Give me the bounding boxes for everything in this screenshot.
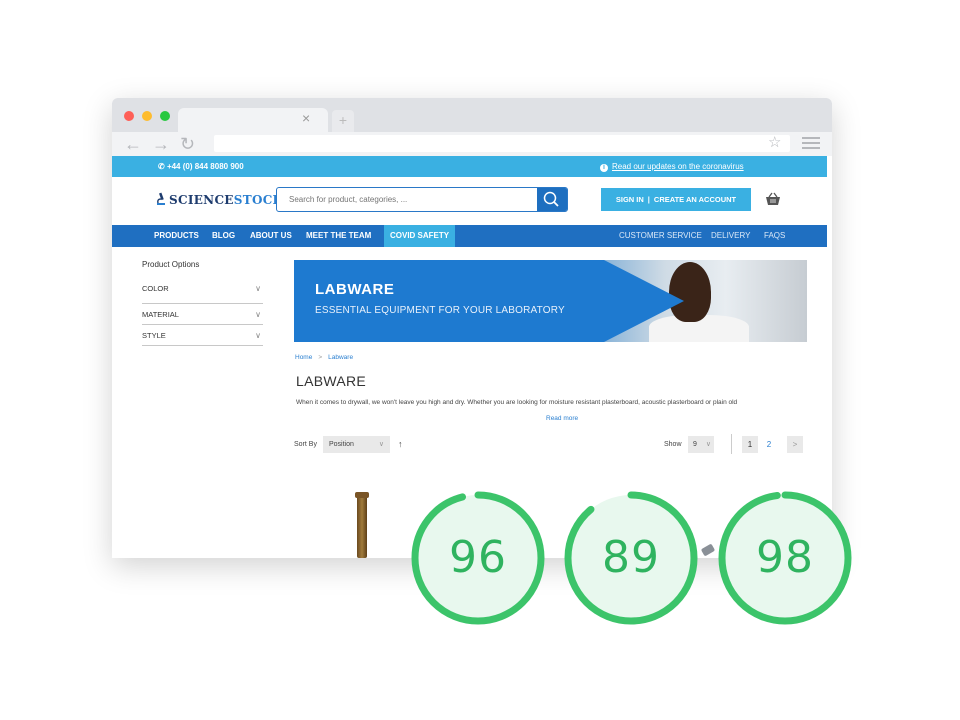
new-tab-button[interactable]: + bbox=[332, 110, 354, 132]
browser-tab-bar: × + bbox=[112, 98, 832, 132]
breadcrumb-separator: > bbox=[318, 354, 323, 361]
close-window-button[interactable] bbox=[124, 111, 134, 121]
product-image-cap bbox=[355, 492, 369, 498]
sort-label: Sort By bbox=[294, 441, 317, 448]
breadcrumb: Home > Labware bbox=[295, 354, 353, 361]
chevron-down-icon: ∨ bbox=[255, 331, 261, 340]
nav-meet-the-team[interactable]: MEET THE TEAM bbox=[306, 225, 371, 247]
chevron-down-icon: ∨ bbox=[255, 284, 261, 293]
search-icon bbox=[543, 191, 559, 207]
top-info-bar: ✆ +44 (0) 844 8080 900 i Read our updates… bbox=[112, 156, 827, 177]
product-image-burette[interactable] bbox=[357, 492, 367, 558]
breadcrumb-current[interactable]: Labware bbox=[328, 354, 353, 361]
sidebar-title: Product Options bbox=[142, 260, 200, 269]
phone-text: +44 (0) 844 8080 900 bbox=[166, 162, 244, 171]
logo-text-part1: SCIENCE bbox=[169, 193, 234, 207]
show-label: Show bbox=[664, 441, 682, 448]
filter-sidebar: Product Options COLOR ∨ MATERIAL ∨ STYLE… bbox=[142, 260, 263, 346]
minimize-window-button[interactable] bbox=[142, 111, 152, 121]
filter-material[interactable]: MATERIAL ∨ bbox=[142, 304, 263, 325]
microscope-icon bbox=[157, 192, 165, 205]
site-logo[interactable]: SCIENCESTOCK bbox=[156, 192, 283, 207]
auth-button[interactable]: SIGN IN | CREATE AN ACCOUNT bbox=[601, 188, 751, 211]
chevron-down-icon: ∨ bbox=[255, 310, 261, 319]
page-1-button[interactable]: 1 bbox=[742, 436, 758, 453]
sort-value: Position bbox=[329, 441, 354, 448]
sign-in-link[interactable]: SIGN IN bbox=[616, 195, 644, 204]
nav-covid-safety[interactable]: COVID SAFETY bbox=[384, 225, 456, 247]
auth-separator: | bbox=[647, 195, 650, 204]
filter-style[interactable]: STYLE ∨ bbox=[142, 325, 263, 346]
filter-label: COLOR bbox=[142, 284, 169, 293]
filter-label: MATERIAL bbox=[142, 310, 179, 319]
create-account-link[interactable]: CREATE AN ACCOUNT bbox=[654, 195, 736, 204]
product-toolbar: Sort By Position ∨ ↑ Show 9 ∨ 1 2 > bbox=[294, 434, 806, 454]
phone-icon: ✆ bbox=[158, 162, 165, 171]
score-ring-2: 89 bbox=[563, 490, 699, 626]
breadcrumb-home[interactable]: Home bbox=[295, 354, 312, 361]
sort-direction-icon[interactable]: ↑ bbox=[398, 439, 403, 449]
covid-update-link[interactable]: i Read our updates on the coronavirus bbox=[600, 162, 744, 172]
main-navigation: PRODUCTS BLOG ABOUT US MEET THE TEAM COV… bbox=[112, 225, 827, 247]
covid-link-text[interactable]: Read our updates on the coronavirus bbox=[612, 162, 744, 171]
reload-icon[interactable]: ↻ bbox=[180, 133, 195, 155]
nav-products[interactable]: PRODUCTS bbox=[154, 225, 199, 247]
site-header: SCIENCESTOCK SIGN IN | CREATE AN ACCOUNT bbox=[112, 177, 827, 225]
search-box bbox=[276, 187, 568, 212]
nav-faqs[interactable]: FAQS bbox=[764, 225, 785, 247]
search-input[interactable] bbox=[277, 188, 537, 211]
info-icon: i bbox=[600, 164, 608, 172]
bookmark-star-icon[interactable]: ☆ bbox=[768, 133, 781, 153]
banner-subtitle: ESSENTIAL EQUIPMENT FOR YOUR LABORATORY bbox=[315, 305, 565, 316]
score-ring-3: 98 bbox=[717, 490, 853, 626]
banner-blue-panel bbox=[294, 260, 604, 342]
browser-menu-icon[interactable] bbox=[802, 137, 820, 150]
chevron-down-icon: ∨ bbox=[705, 441, 711, 448]
banner-arrow-shape bbox=[604, 260, 684, 342]
maximize-window-button[interactable] bbox=[160, 111, 170, 121]
limiter-value: 9 bbox=[693, 441, 697, 448]
phone-number[interactable]: ✆ +44 (0) 844 8080 900 bbox=[158, 162, 244, 171]
sort-select[interactable]: Position ∨ bbox=[323, 436, 390, 453]
read-more-link[interactable]: Read more bbox=[546, 415, 578, 422]
nav-customer-service[interactable]: CUSTOMER SERVICE bbox=[619, 225, 702, 247]
browser-window: × + ← → ↻ ☆ ✆ +44 (0) 844 8080 900 i Read… bbox=[112, 98, 832, 558]
filter-color[interactable]: COLOR ∨ bbox=[142, 283, 263, 304]
score-ring-1: 96 bbox=[410, 490, 546, 626]
nav-delivery[interactable]: DELIVERY bbox=[711, 225, 750, 247]
score-value: 98 bbox=[756, 532, 814, 583]
back-arrow-icon[interactable]: ← bbox=[124, 133, 142, 155]
chevron-down-icon: ∨ bbox=[378, 441, 384, 448]
page-2-button[interactable]: 2 bbox=[761, 436, 777, 453]
product-image-clamp[interactable] bbox=[700, 543, 716, 557]
nav-blog[interactable]: BLOG bbox=[212, 225, 235, 247]
limiter-select[interactable]: 9 ∨ bbox=[688, 436, 714, 453]
page-title: LABWARE bbox=[296, 373, 367, 389]
banner-title: LABWARE bbox=[315, 281, 395, 298]
browser-toolbar: ← → ↻ ☆ bbox=[112, 132, 832, 156]
category-description: When it comes to drywall, we won't leave… bbox=[296, 399, 738, 406]
filter-label: STYLE bbox=[142, 331, 166, 340]
nav-about-us[interactable]: ABOUT US bbox=[250, 225, 292, 247]
next-page-button[interactable]: > bbox=[787, 436, 803, 453]
toolbar-divider bbox=[731, 434, 732, 454]
score-value: 96 bbox=[449, 532, 507, 583]
address-bar[interactable] bbox=[214, 135, 790, 152]
search-button[interactable] bbox=[537, 188, 567, 211]
forward-arrow-icon[interactable]: → bbox=[152, 133, 170, 155]
category-banner: LABWARE ESSENTIAL EQUIPMENT FOR YOUR LAB… bbox=[294, 260, 807, 342]
tab-close-icon[interactable]: × bbox=[302, 111, 310, 125]
stage: × + ← → ↻ ☆ ✆ +44 (0) 844 8080 900 i Read… bbox=[0, 0, 960, 720]
basket-icon[interactable] bbox=[765, 192, 781, 206]
score-value: 89 bbox=[602, 532, 660, 583]
